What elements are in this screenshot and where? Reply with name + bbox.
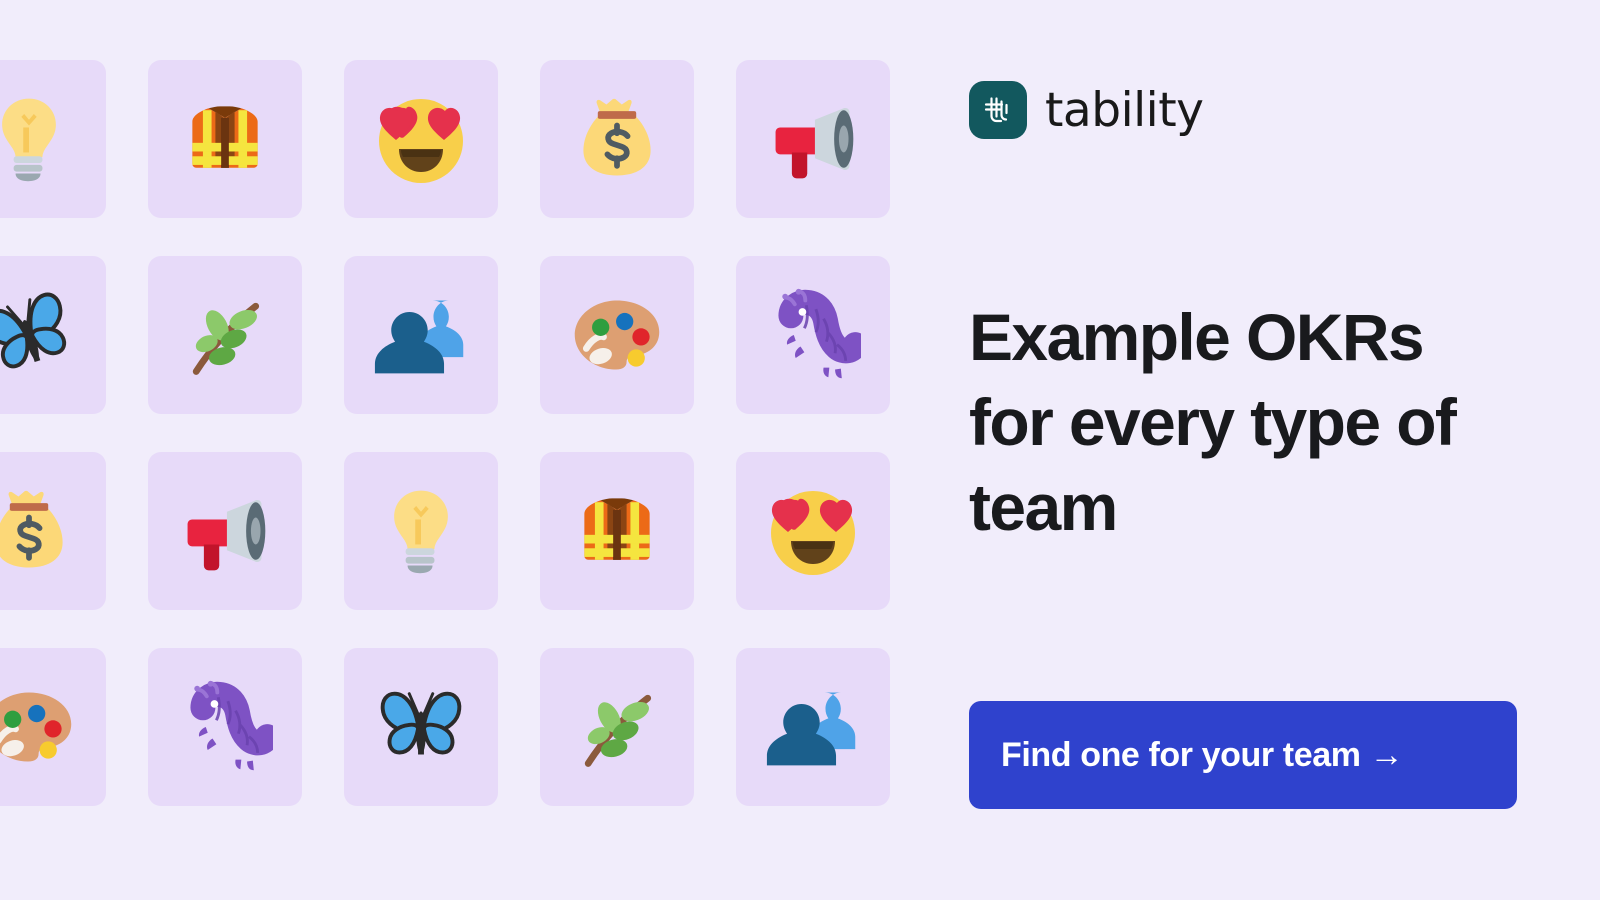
emoji-tile xyxy=(736,452,890,610)
content-column: tability Example OKRs for every type of … xyxy=(969,0,1569,900)
emoji-tile xyxy=(0,256,106,414)
caterpillar-icon xyxy=(177,679,273,775)
emoji-tile xyxy=(0,648,106,806)
herb-icon xyxy=(177,287,273,383)
emoji-tile xyxy=(540,60,694,218)
smiling-face-with-hearts-icon xyxy=(763,481,863,581)
cta-label: Find one for your team → xyxy=(1001,735,1404,774)
promo-banner: tability Example OKRs for every type of … xyxy=(0,0,1600,900)
emoji-tile xyxy=(344,256,498,414)
emoji-tile xyxy=(148,60,302,218)
smiling-face-with-hearts-icon xyxy=(371,89,471,189)
money-bag-icon xyxy=(0,483,77,579)
herb-icon xyxy=(569,679,665,775)
money-bag-icon xyxy=(569,91,665,187)
butterfly-icon xyxy=(372,678,470,776)
caterpillar-icon xyxy=(765,287,861,383)
emoji-tile xyxy=(540,256,694,414)
megaphone-icon xyxy=(765,91,861,187)
brand-lockup: tability xyxy=(969,81,1204,139)
emoji-tile xyxy=(540,452,694,610)
megaphone-icon xyxy=(177,483,273,579)
artist-palette-icon xyxy=(0,679,77,775)
emoji-tile xyxy=(736,648,890,806)
safety-vest-icon xyxy=(569,483,665,579)
emoji-tile xyxy=(148,452,302,610)
light-bulb-icon xyxy=(373,483,469,579)
page-title: Example OKRs for every type of team xyxy=(969,300,1457,544)
artist-palette-icon xyxy=(569,287,665,383)
light-bulb-icon xyxy=(0,91,77,187)
butterfly-icon xyxy=(0,273,91,396)
safety-vest-icon xyxy=(177,91,273,187)
emoji-tile xyxy=(344,452,498,610)
emoji-tile xyxy=(540,648,694,806)
emoji-tile xyxy=(344,648,498,806)
emoji-tile xyxy=(0,60,106,218)
brand-name: tability xyxy=(1045,82,1204,138)
emoji-tile xyxy=(344,60,498,218)
emoji-tile xyxy=(0,452,106,610)
emoji-tile xyxy=(736,60,890,218)
emoji-tile xyxy=(736,256,890,414)
tability-logo-icon xyxy=(969,81,1027,139)
emoji-tile-grid xyxy=(0,60,952,860)
find-one-for-your-team-button[interactable]: Find one for your team → xyxy=(969,701,1517,809)
emoji-tile xyxy=(148,648,302,806)
busts-in-silhouette-icon xyxy=(765,679,861,775)
emoji-tile xyxy=(148,256,302,414)
busts-in-silhouette-icon xyxy=(373,287,469,383)
